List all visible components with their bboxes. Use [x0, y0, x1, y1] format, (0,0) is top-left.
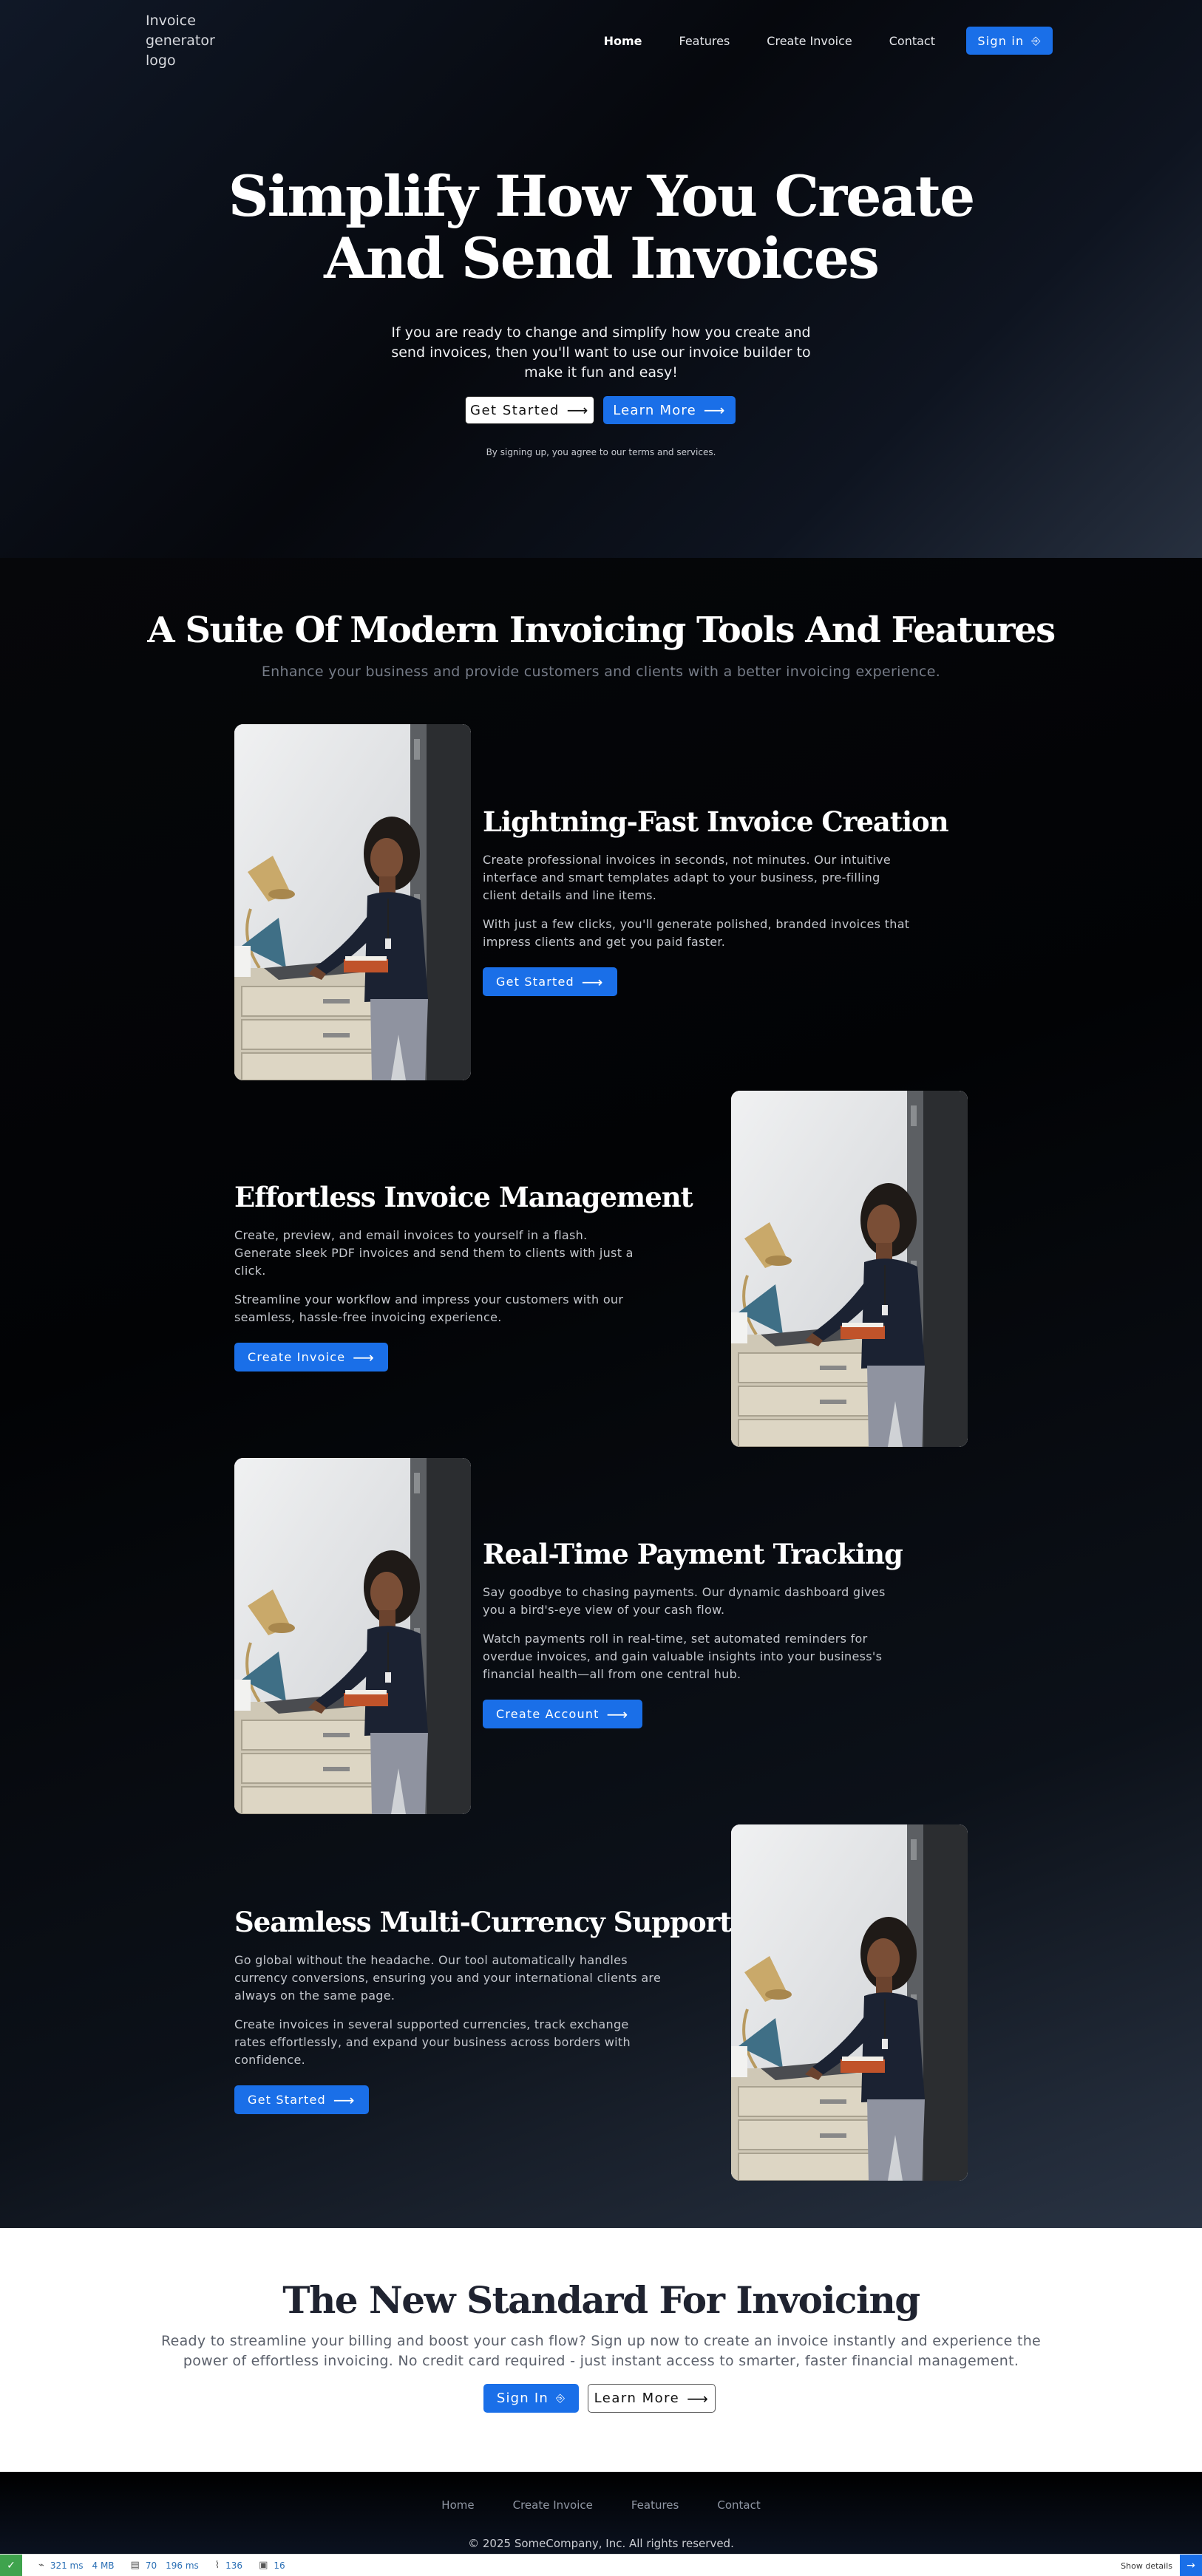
footer-home-link[interactable]: Home [441, 2498, 474, 2512]
hero-title-line2: And Send Invoices [324, 225, 880, 291]
footer-nav: Home Create Invoice Features Contact [0, 2498, 1202, 2512]
hero-section: Invoice generator logo Home Features Cre… [0, 0, 1202, 558]
feature-create-invoice-button[interactable]: Create Invoice ⟶ [234, 1343, 389, 1372]
feature-heading: Seamless Multi-Currency Support [234, 1906, 732, 1938]
feature-button-label: Create Account [496, 1707, 600, 1721]
signin-button-label: Sign in [977, 33, 1025, 48]
feature-button-label: Get Started [496, 975, 574, 989]
debug-forms-count: 16 [274, 2560, 285, 2571]
feature-paragraph: Create invoices in several supported cur… [234, 2017, 631, 2067]
arrow-right-icon: ⟶ [566, 401, 589, 419]
cta-signin-label: Sign In [496, 2391, 549, 2406]
footer: Home Create Invoice Features Contact © 2… [0, 2472, 1202, 2554]
feature-get-started-button[interactable]: Get Started ⟶ [234, 2085, 369, 2114]
hero-learn-more-button[interactable]: Learn More ⟶ [603, 396, 736, 424]
feature-create-account-button[interactable]: Create Account ⟶ [483, 1700, 642, 1728]
paperclip-icon: ⌇ [214, 2560, 220, 2571]
top-nav: Home Features Create Invoice Contact Sig… [604, 27, 1053, 55]
show-details-link[interactable]: Show details [1121, 2561, 1172, 2571]
feature-get-started-button[interactable]: Get Started ⟶ [483, 967, 617, 996]
cta-learn-more-label: Learn More [594, 2391, 680, 2406]
hero-learn-more-label: Learn More [613, 402, 696, 418]
arrow-right-icon: ⟶ [703, 401, 726, 419]
feature-paragraph: Go global without the headache. Our tool… [234, 1953, 662, 2003]
debug-queries-count: 70 [145, 2560, 157, 2571]
login-icon: ⎆ [1031, 33, 1042, 47]
debug-queries-time: 196 ms [166, 2560, 199, 2571]
debug-timing[interactable]: ⌁ 321 ms 4 MB [38, 2560, 115, 2571]
feature-heading: Real-Time Payment Tracking [483, 1538, 903, 1570]
terms-notice: By signing up, you agree to our terms an… [486, 447, 716, 457]
hero-get-started-button[interactable]: Get Started ⟶ [465, 396, 594, 424]
feature-paragraph: Streamline your workflow and impress you… [234, 1292, 624, 1324]
arrow-right-icon: ⟶ [333, 2091, 356, 2109]
footer-features-link[interactable]: Features [631, 2498, 679, 2512]
cta-learn-more-button[interactable]: Learn More ⟶ [588, 2384, 716, 2413]
arrow-right-icon: ⟶ [581, 972, 604, 991]
cta-title: The New Standard For Invoicing [282, 2278, 920, 2322]
arrow-right-icon: ⟶ [353, 1348, 376, 1366]
feature-button-label: Get Started [248, 2093, 326, 2107]
login-icon: ⎆ [555, 2391, 566, 2405]
cta-section: The New Standard For Invoicing Ready to … [0, 2228, 1202, 2472]
debug-memory: 4 MB [92, 2560, 115, 2571]
database-icon: ▤ [130, 2560, 140, 2571]
clock-icon: ⌁ [38, 2560, 44, 2571]
debug-queries[interactable]: ▤ 70 196 ms [131, 2560, 199, 2571]
debug-forms[interactable]: ▣ 16 [259, 2560, 285, 2571]
feature-paragraph: Create, preview, and email invoices to y… [234, 1228, 634, 1278]
debug-toolbar: ✓ ⌁ 321 ms 4 MB ▤ 70 196 ms ⌇ 136 ▣ 16 S… [0, 2554, 1202, 2576]
feature-paragraph: With just a few clicks, you'll generate … [483, 917, 910, 949]
check-icon[interactable]: ✓ [0, 2554, 22, 2576]
expand-icon[interactable]: → [1180, 2555, 1202, 2576]
cta-body: Ready to streamline your billing and boo… [160, 2333, 1042, 2369]
site-logo[interactable]: Invoice generator logo [146, 11, 234, 71]
footer-create-invoice-link[interactable]: Create Invoice [513, 2498, 593, 2512]
feature-heading: Lightning-Fast Invoice Creation [483, 805, 949, 838]
features-subtitle: Enhance your business and provide custom… [261, 664, 941, 680]
hero-title-line1: Simplify How You Create [228, 163, 975, 229]
nav-create-invoice-link[interactable]: Create Invoice [767, 34, 852, 48]
copyright-text: © 2025 SomeCompany, Inc. All rights rese… [468, 2537, 734, 2550]
debug-files-count: 136 [225, 2560, 243, 2571]
feature-paragraph: Watch payments roll in real-time, set au… [483, 1632, 883, 1681]
debug-files[interactable]: ⌇ 136 [215, 2560, 242, 2571]
debug-time: 321 ms [50, 2560, 84, 2571]
feature-image [731, 1824, 968, 2181]
feature-image [234, 724, 471, 1080]
arrow-right-icon: ⟶ [687, 2389, 710, 2408]
nav-home-link[interactable]: Home [604, 34, 642, 48]
feature-paragraph: Say goodbye to chasing payments. Our dyn… [483, 1585, 886, 1617]
feature-heading: Effortless Invoice Management [234, 1181, 693, 1213]
arrow-right-icon: ⟶ [606, 1705, 629, 1723]
feature-image [234, 1458, 471, 1814]
feature-card: Seamless Multi-Currency Support Go globa… [234, 1906, 732, 2114]
feature-image [731, 1091, 968, 1447]
feature-paragraph: Create professional invoices in seconds,… [483, 853, 892, 902]
feature-card: Real-Time Payment Tracking Say goodbye t… [483, 1538, 911, 1728]
form-icon: ▣ [259, 2560, 268, 2571]
feature-button-label: Create Invoice [248, 1350, 346, 1364]
feature-card: Effortless Invoice Management Create, pr… [234, 1181, 693, 1372]
hero-subtitle: If you are ready to change and simplify … [391, 324, 811, 381]
hero-title: Simplify How You Create And Send Invoice… [0, 166, 1202, 290]
hero-get-started-label: Get Started [470, 402, 560, 418]
nav-contact-link[interactable]: Contact [889, 34, 935, 48]
features-title: A Suite Of Modern Invoicing Tools And Fe… [147, 610, 1056, 651]
cta-signin-button[interactable]: Sign In ⎆ [483, 2384, 579, 2413]
nav-features-link[interactable]: Features [679, 34, 730, 48]
feature-card: Lightning-Fast Invoice Creation Create p… [483, 805, 949, 996]
features-section: A Suite Of Modern Invoicing Tools And Fe… [0, 558, 1202, 2228]
footer-contact-link[interactable]: Contact [717, 2498, 760, 2512]
signin-button[interactable]: Sign in ⎆ [966, 27, 1053, 55]
